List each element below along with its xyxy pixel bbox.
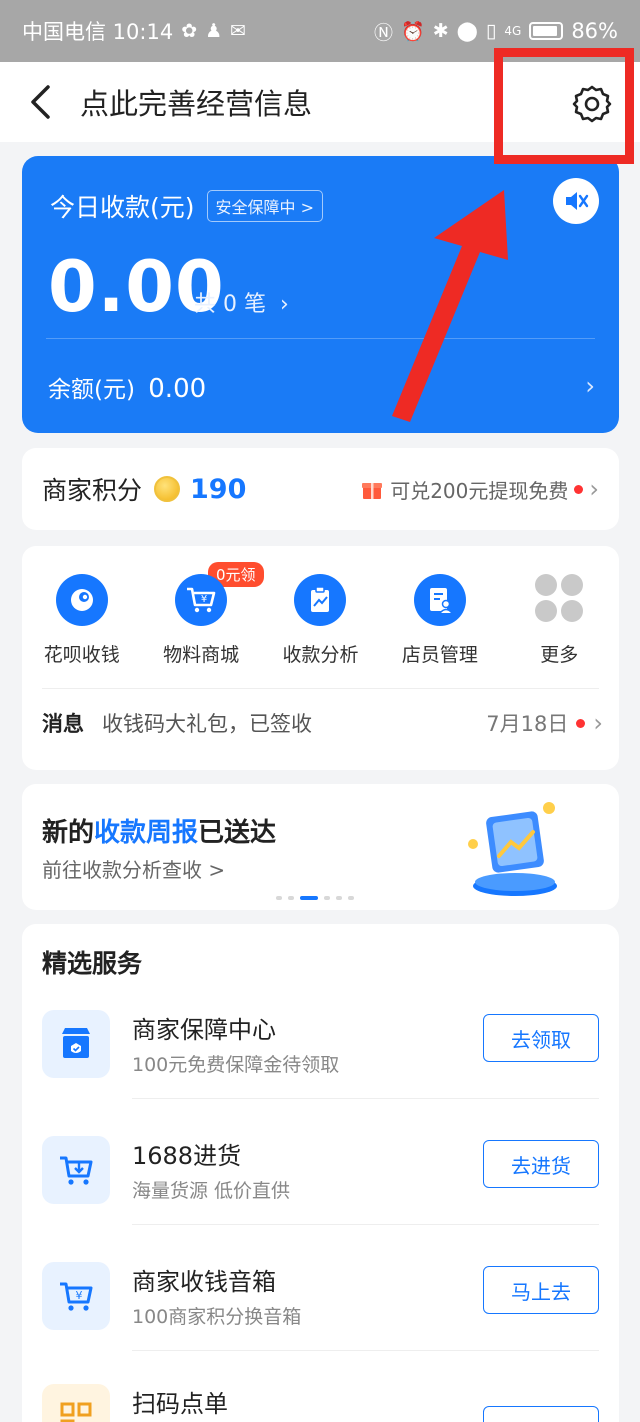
message-row[interactable]: 消息 收钱码大礼包，已签收 7月18日 › [42, 708, 603, 738]
staff-icon [413, 574, 466, 626]
points-value: 190 [190, 473, 247, 505]
shortcut-huabei[interactable]: 花呗收钱 [22, 574, 141, 667]
points-promo[interactable]: 可兑200元提现免费 › [360, 475, 599, 504]
banner-title: 新的收款周报已送达 [42, 818, 277, 848]
featured-services-card: 精选服务 商家保障中心 100元免费保障金待领取 去领取 1688进货 海量货源… [22, 924, 619, 1422]
service-item[interactable]: 扫码点单 去开通 [42, 1384, 599, 1422]
cart-yen-icon: ¥ [42, 1262, 110, 1330]
carousel-pager [276, 896, 354, 900]
battery-icon [529, 22, 564, 40]
service-title: 商家收钱音箱 [132, 1268, 276, 1296]
balance-label: 余额(元) [48, 377, 135, 403]
chevron-left-icon [31, 85, 50, 119]
shortcuts-card: 0元领 花呗收钱 ¥ 物料商城 收款分析 店员管理 更多 消息 收钱码大礼包，已… [22, 546, 619, 770]
message-date: 7月18日 [486, 712, 569, 736]
go-now-button[interactable]: 马上去 [483, 1266, 599, 1314]
weekly-report-banner[interactable]: 新的收款周报已送达 前往收款分析查收 > [22, 784, 619, 910]
speaker-mute-icon [566, 192, 589, 210]
cart-yen-icon: ¥ [175, 574, 228, 626]
divider [132, 1350, 599, 1351]
carrier-time: 中国电信 10:14 [22, 20, 174, 44]
banner-subtitle: 前往收款分析查收 > [42, 858, 226, 882]
chevron-right-icon: › [593, 709, 603, 737]
promo-text: 可兑200元提现免费 [390, 478, 569, 503]
merchant-points-card[interactable]: 商家积分 190 可兑200元提现免费 › [22, 448, 619, 530]
service-title: 扫码点单 [132, 1390, 228, 1418]
network-icon: 4G [504, 24, 522, 38]
service-subtitle: 100商家积分换音箱 [132, 1306, 302, 1328]
divider [132, 1224, 599, 1225]
report-illustration-icon [468, 802, 557, 896]
message-label: 消息 [42, 712, 84, 736]
back-button[interactable] [0, 62, 80, 142]
qq-icon: ♟ [205, 20, 223, 42]
service-title: 1688进货 [132, 1142, 242, 1170]
shortcut-material-mall[interactable]: ¥ 物料商城 [141, 574, 260, 667]
security-badge[interactable]: 安全保障中 > [206, 190, 324, 222]
service-item[interactable]: 商家保障中心 100元免费保障金待领取 去领取 [42, 1010, 599, 1114]
claim-button[interactable]: 去领取 [483, 1014, 599, 1062]
nfc-icon: Ⓝ [374, 21, 394, 44]
page-title[interactable]: 点此完善经营信息 [80, 81, 312, 123]
wechat-icon: ✿ [181, 20, 198, 42]
cart-down-icon [42, 1136, 110, 1204]
mute-button[interactable] [553, 178, 599, 224]
balance-value: 0.00 [148, 374, 207, 404]
annotation-highlight-box [494, 48, 634, 164]
qr-code-icon [42, 1384, 110, 1422]
activate-button[interactable]: 去开通 [483, 1406, 599, 1422]
message-date-wrap: 7月18日 › [486, 708, 603, 738]
analysis-icon [294, 574, 347, 626]
income-title: 今日收款(元) [50, 193, 195, 222]
service-subtitle: 100元免费保障金待领取 [132, 1054, 340, 1076]
coin-icon [154, 476, 181, 502]
gift-icon [362, 483, 383, 499]
divider [132, 1098, 599, 1099]
chevron-right-icon: › [589, 475, 599, 503]
service-title: 商家保障中心 [132, 1016, 276, 1044]
vibrate-icon: ▯ [485, 20, 497, 42]
services-heading: 精选服务 [42, 949, 143, 978]
svg-text:¥: ¥ [201, 594, 207, 605]
battery-level: 86% [571, 19, 618, 43]
more-grid-icon [535, 574, 584, 622]
balance[interactable]: 余额(元) 0.00 [48, 370, 206, 404]
service-item[interactable]: 1688进货 海量货源 低价直供 去进货 [42, 1136, 599, 1240]
bluetooth-icon: ✱ [432, 20, 449, 42]
svg-text:¥: ¥ [76, 1289, 83, 1302]
points-label: 商家积分 [42, 476, 143, 505]
restock-button[interactable]: 去进货 [483, 1140, 599, 1188]
shortcut-more[interactable]: 更多 [500, 574, 619, 667]
mail-icon: ✉ [230, 20, 247, 42]
huabei-icon [55, 574, 108, 626]
chevron-right-icon[interactable]: › [585, 372, 595, 400]
service-subtitle: 海量货源 低价直供 [132, 1180, 291, 1202]
message-text: 收钱码大礼包，已签收 [102, 712, 312, 736]
shop-shield-icon [42, 1010, 110, 1078]
annotation-arrow-icon [392, 190, 508, 422]
notification-dot [576, 718, 586, 728]
alarm-icon: ⏰ [401, 20, 425, 43]
location-icon: ⬤ [456, 20, 478, 42]
shortcut-staff[interactable]: 店员管理 [380, 574, 499, 667]
shortcut-analysis[interactable]: 收款分析 [261, 574, 380, 667]
notification-dot [574, 484, 584, 494]
service-item[interactable]: ¥ 商家收钱音箱 100商家积分换音箱 马上去 [42, 1262, 599, 1366]
transaction-count[interactable]: 共 0 笔 › [194, 286, 289, 318]
divider [42, 688, 599, 689]
